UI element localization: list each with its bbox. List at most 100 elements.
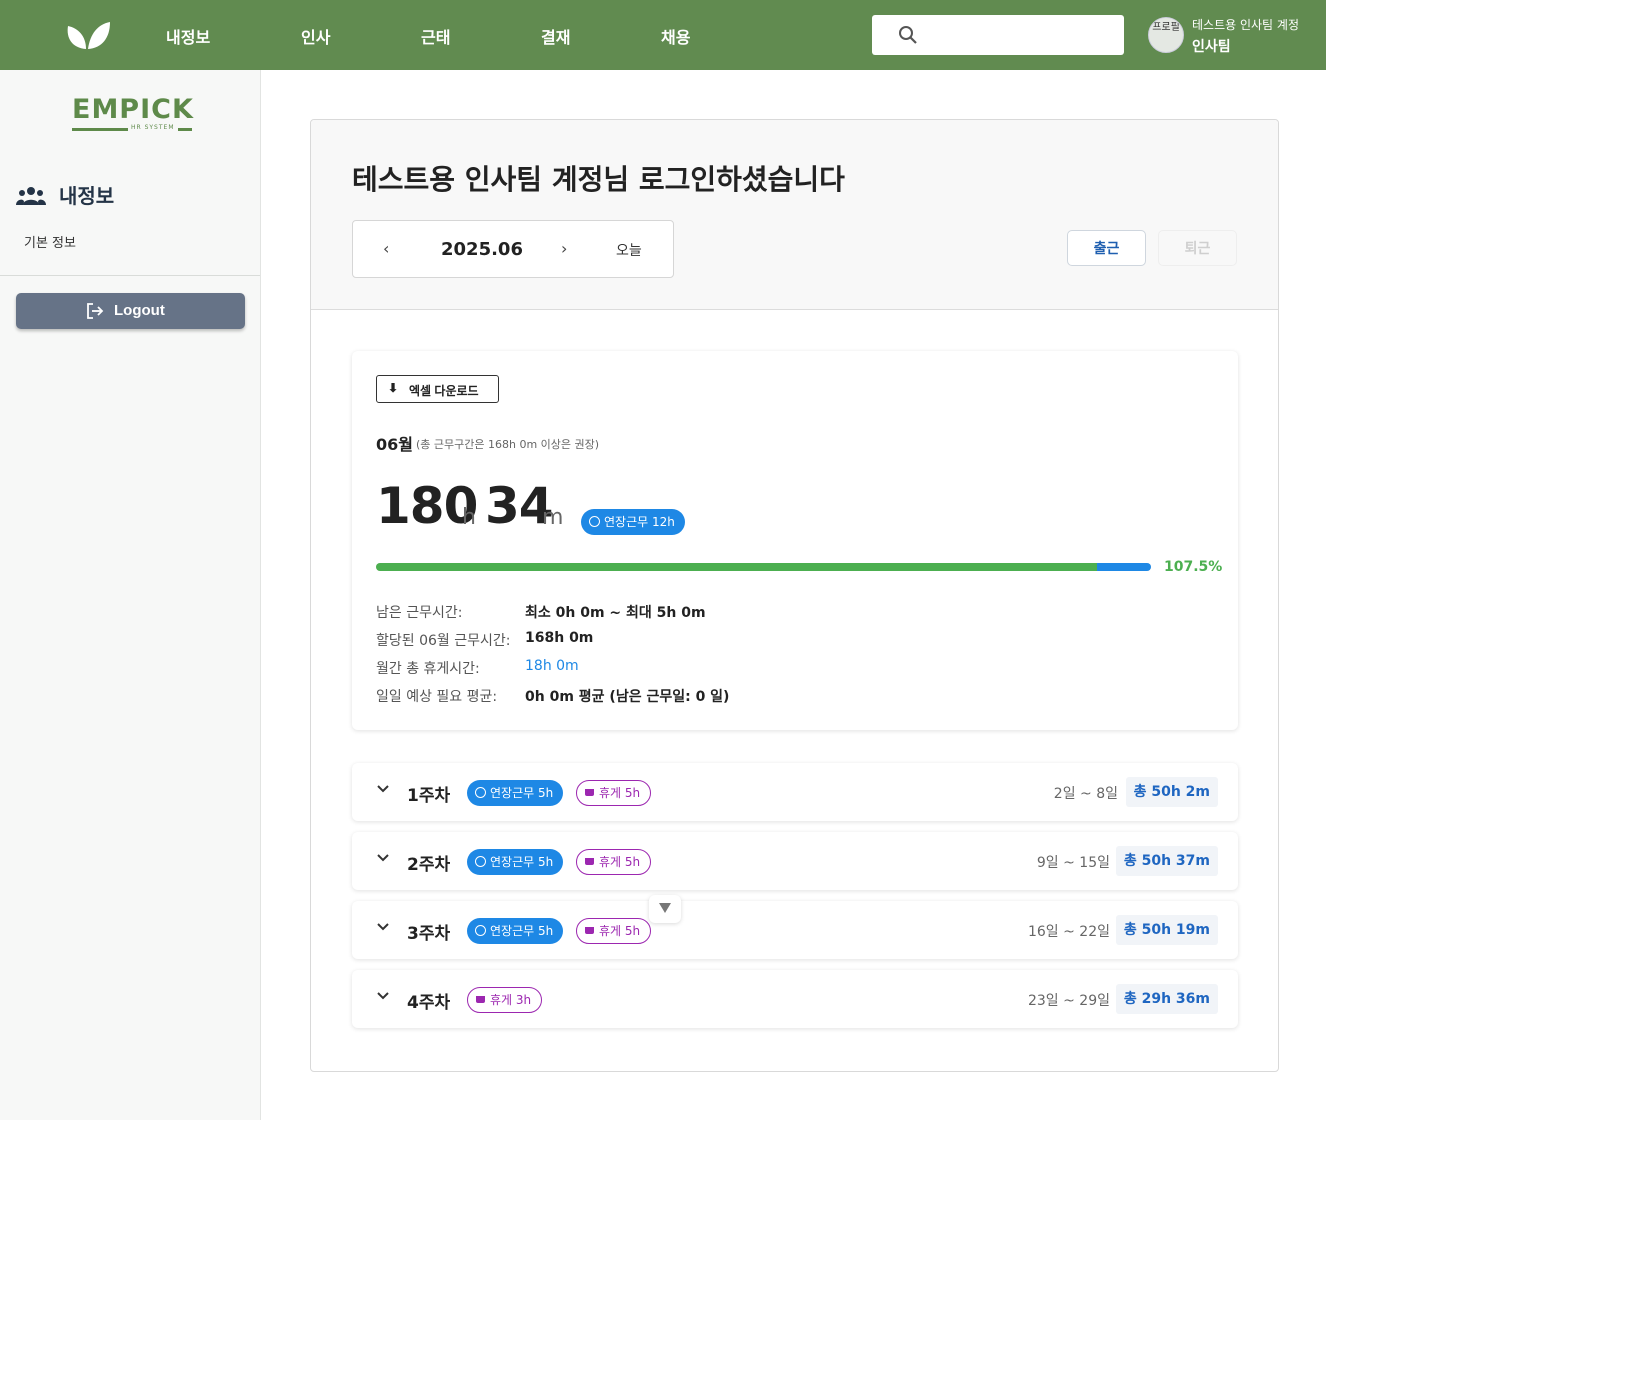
- daily-average-value: 0h 0m 평균 (남은 근무일: 0 일): [525, 689, 730, 705]
- progress-fill-overtime: [1096, 563, 1151, 571]
- user-team-name: 인사팀: [1192, 39, 1231, 55]
- monthly-rest-value: 18h 0m: [525, 658, 579, 674]
- check-in-button[interactable]: 출근: [1067, 230, 1146, 266]
- progress-percent: 107.5%: [1164, 559, 1223, 575]
- week-date-range: 23일 ~ 29일: [1027, 993, 1110, 1009]
- current-month-label: 2025.06: [441, 239, 523, 260]
- hours-unit: h: [462, 505, 476, 530]
- chevron-down-icon[interactable]: [376, 989, 390, 1003]
- week-overtime-badge: 연장근무 5h: [467, 849, 564, 875]
- search-input[interactable]: [928, 21, 1114, 49]
- chevron-down-icon[interactable]: [376, 851, 390, 865]
- week-rest-label: 휴게 3h: [490, 993, 532, 1007]
- chevron-down-icon[interactable]: [376, 782, 390, 796]
- overtime-badge: 연장근무 12h: [581, 509, 685, 535]
- week-row-4[interactable]: 4주차 휴게 3h 23일 ~ 29일 총 29h 36m: [352, 970, 1238, 1028]
- attendance-panel: 테스트용 인사팀 계정님 로그인하셨습니다 ‹ 2025.06 › 오늘 출근 …: [310, 119, 1279, 1072]
- week-label: 2주차: [407, 855, 451, 875]
- next-month-button[interactable]: ›: [561, 239, 567, 258]
- panel-header: 테스트용 인사팀 계정님 로그인하셨습니다 ‹ 2025.06 › 오늘 출근 …: [311, 120, 1278, 310]
- week-overtime-badge: 연장근무 5h: [467, 780, 564, 806]
- search-icon: [899, 26, 917, 44]
- week-row-2[interactable]: 2주차 연장근무 5h 휴게 5h 9일 ~ 15일 총 50h 37m: [352, 832, 1238, 890]
- remaining-hours-value: 최소 0h 0m ~ 최대 5h 0m: [525, 605, 706, 621]
- sidebar-divider: [0, 275, 260, 276]
- sidebar-item-basic-info[interactable]: 기본 정보: [24, 232, 76, 251]
- empick-brand-logo[interactable]: EMPICK HR SYSTEM: [72, 94, 194, 136]
- week-overtime-label: 연장근무 5h: [490, 786, 554, 800]
- clock-icon: [475, 856, 486, 867]
- nav-my-info[interactable]: 내정보: [166, 24, 210, 48]
- work-progress-bar: [376, 563, 1151, 571]
- clock-icon: [475, 925, 486, 936]
- allocated-hours-label: 할당된 06월 근무시간:: [376, 633, 511, 649]
- week-rest-label: 휴게 5h: [599, 924, 641, 938]
- monthly-summary-card: ⬇ 엑셀 다운로드 06월 (총 근무구간은 168h 0m 이상은 권장) 1…: [352, 351, 1238, 730]
- users-icon: [16, 187, 46, 205]
- sidebar: EMPICK HR SYSTEM 내정보 기본 정보 Logout: [0, 70, 261, 1120]
- week-total: 총 50h 19m: [1115, 915, 1218, 945]
- coffee-cup-icon: [585, 789, 594, 796]
- week-rest-label: 휴게 5h: [599, 786, 641, 800]
- allocated-hours-value: 168h 0m: [525, 630, 594, 646]
- daily-average-label: 일일 예상 필요 평균:: [376, 689, 498, 705]
- week-date-range: 9일 ~ 15일: [1036, 855, 1110, 871]
- coffee-cup-icon: [585, 858, 594, 865]
- excel-download-button[interactable]: ⬇ 엑셀 다운로드: [376, 375, 499, 403]
- week-label: 3주차: [407, 924, 451, 944]
- week-rest-label: 휴게 5h: [599, 855, 641, 869]
- clock-icon: [589, 516, 600, 527]
- logout-label: Logout: [114, 302, 165, 319]
- user-account-name: 테스트용 인사팀 계정: [1192, 18, 1299, 32]
- coffee-cup-icon: [585, 927, 594, 934]
- nav-hr[interactable]: 인사: [301, 24, 330, 48]
- week-total: 총 50h 37m: [1115, 846, 1218, 876]
- coffee-cup-icon: [476, 996, 485, 1003]
- week-total: 총 29h 36m: [1115, 984, 1218, 1014]
- logout-button[interactable]: Logout: [16, 293, 245, 329]
- scroll-down-indicator[interactable]: [649, 895, 681, 923]
- leaf-logo-icon[interactable]: [66, 20, 110, 50]
- progress-fill-regular: [376, 563, 1097, 571]
- week-overtime-badge: 연장근무 5h: [467, 918, 564, 944]
- brand-name: EMPICK: [72, 94, 194, 125]
- page-title: 테스트용 인사팀 계정님 로그인하셨습니다: [352, 163, 845, 196]
- week-label: 4주차: [407, 993, 451, 1013]
- search-box: [872, 15, 1124, 55]
- avatar[interactable]: 프로필: [1148, 17, 1184, 53]
- week-date-range: 16일 ~ 22일: [1027, 924, 1110, 940]
- nav-attendance[interactable]: 근태: [421, 24, 450, 48]
- minutes-unit: m: [542, 505, 564, 530]
- week-rest-badge: 휴게 5h: [576, 849, 652, 875]
- logout-icon: [87, 303, 104, 319]
- remaining-hours-label: 남은 근무시간:: [376, 605, 463, 621]
- week-row-3[interactable]: 3주차 연장근무 5h 휴게 5h 16일 ~ 22일 총 50h 19m: [352, 901, 1238, 959]
- top-navigation-bar: 내정보 인사 근태 결재 채용 프로필 테스트용 인사팀 계정 인사팀: [0, 0, 1326, 70]
- week-overtime-label: 연장근무 5h: [490, 924, 554, 938]
- week-row-1[interactable]: 1주차 연장근무 5h 휴게 5h 2일 ~ 8일 총 50h 2m: [352, 763, 1238, 821]
- month-navigator: ‹ 2025.06 › 오늘: [352, 220, 674, 278]
- brand-subtitle: HR SYSTEM: [128, 124, 178, 131]
- down-arrow-icon: [659, 903, 671, 913]
- overtime-badge-label: 연장근무 12h: [604, 515, 675, 529]
- week-date-range: 2일 ~ 8일: [1053, 786, 1118, 802]
- month-note: (총 근무구간은 168h 0m 이상은 권장): [416, 438, 600, 451]
- prev-month-button[interactable]: ‹: [383, 239, 389, 258]
- nav-approval[interactable]: 결재: [541, 24, 570, 48]
- download-icon: ⬇: [388, 381, 399, 395]
- month-label: 06월: [376, 435, 413, 454]
- check-out-button[interactable]: 퇴근: [1158, 230, 1237, 266]
- nav-recruit[interactable]: 채용: [661, 24, 690, 48]
- excel-download-label: 엑셀 다운로드: [409, 384, 479, 398]
- today-button[interactable]: 오늘: [616, 240, 642, 260]
- monthly-rest-label: 월간 총 휴게시간:: [376, 661, 480, 677]
- chevron-down-icon[interactable]: [376, 920, 390, 934]
- week-rest-badge: 휴게 3h: [467, 987, 543, 1013]
- week-label: 1주차: [407, 786, 451, 806]
- week-rest-badge: 휴게 5h: [576, 918, 652, 944]
- week-total: 총 50h 2m: [1125, 777, 1218, 807]
- week-overtime-label: 연장근무 5h: [490, 855, 554, 869]
- sidebar-section-title: 내정보: [59, 184, 115, 208]
- week-rest-badge: 휴게 5h: [576, 780, 652, 806]
- clock-icon: [475, 787, 486, 798]
